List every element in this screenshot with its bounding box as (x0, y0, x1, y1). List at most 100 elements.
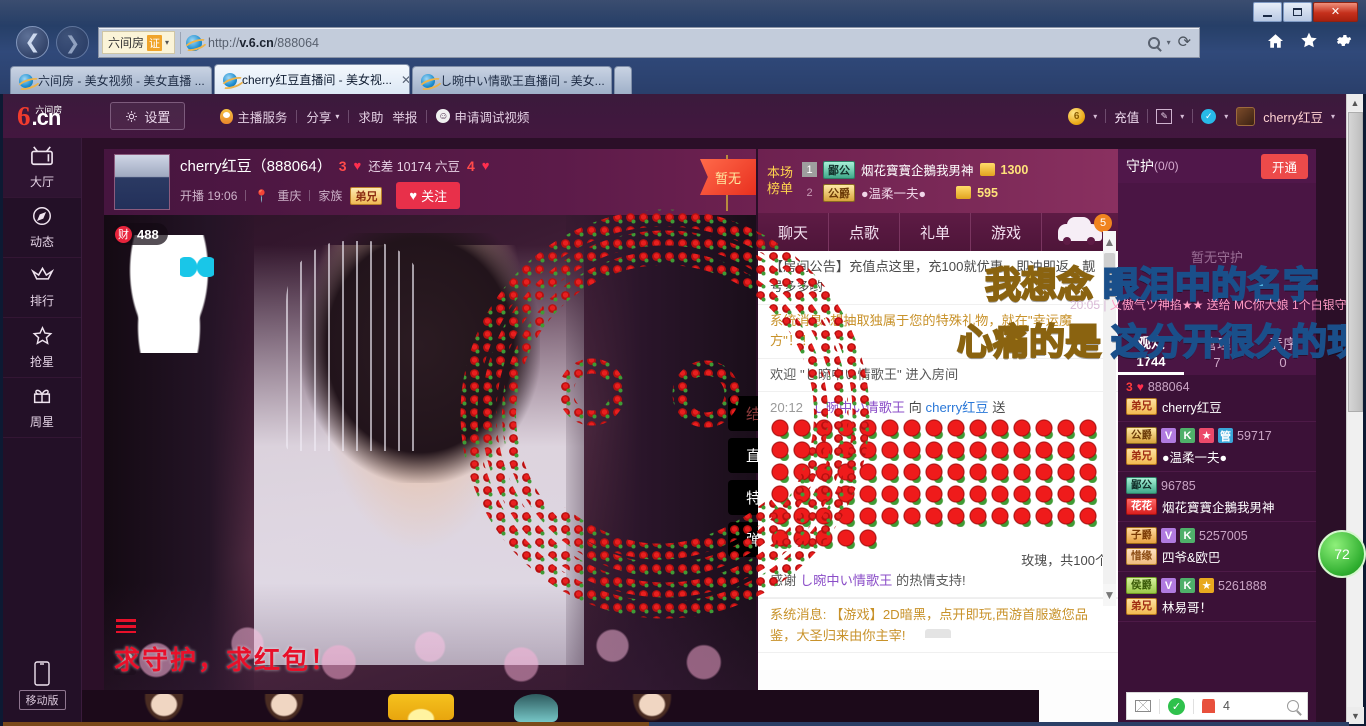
open-guard-button[interactable]: 开通 (1260, 153, 1308, 179)
chevron-down-icon[interactable]: ▾ (1224, 112, 1228, 121)
tab-strip: 六间房 - 美女视频 - 美女直播 ... cherry红豆直播间 - 美女视.… (0, 64, 1366, 94)
chevron-down-icon[interactable]: ▾ (165, 38, 169, 47)
magnifier-icon[interactable] (1287, 700, 1299, 712)
new-tab-button[interactable] (614, 66, 632, 94)
viewer-list[interactable]: 3 ♥ 888064 弟兄 cherry红豆 公爵 V K ★ 管 59717 … (1118, 375, 1316, 686)
rose-icon (1012, 484, 1032, 505)
chat-messages[interactable]: 【房间公告】充值点这里，充100就优惠，即冲即返，靓号多多哟 系统消息: 想抽取… (758, 251, 1118, 670)
viewer-row[interactable]: 子爵 V K 5257005 惜缘 四爷&欧巴 (1118, 522, 1316, 572)
favorites-star-icon[interactable] (1299, 31, 1319, 50)
chevron-down-icon[interactable]: ▾ (1093, 112, 1097, 121)
viewer-row[interactable]: 侯爵 V K ★ 5261888 弟兄 林易哥！ (1118, 572, 1316, 622)
viewer-row[interactable]: 公爵 V K ★ 管 59717 弟兄 ●温柔一夫● (1118, 422, 1316, 472)
sidebar-item-hall[interactable]: 大厅 (3, 138, 81, 198)
scrollbar-thumb[interactable] (1348, 112, 1363, 412)
viewer-family-chip: 弟兄 (1126, 398, 1157, 415)
chat-collapse-handle[interactable] (925, 629, 951, 638)
browser-tab-2[interactable]: cherry红豆直播间 - 美女视... ✕ (214, 64, 410, 94)
rose-icon (770, 528, 790, 549)
wealth-badge[interactable]: 财 488 (112, 223, 168, 245)
link-report[interactable]: 举报 (392, 107, 426, 126)
viewer-row[interactable]: 鄙公 96785 花花 烟花寶寶企鵝我男神 (1118, 472, 1316, 522)
link-share[interactable]: 分享 ▾ (297, 107, 348, 126)
streamer-next-level: 4 (466, 157, 475, 174)
thumbnail-item[interactable] (630, 694, 674, 724)
pencil-icon[interactable]: ✎ (1156, 108, 1173, 124)
bottom-thumbnail-strip[interactable] (82, 690, 1039, 724)
ie-logo-icon (421, 73, 435, 88)
gift-receiver[interactable]: cherry红豆 (926, 400, 989, 415)
scroll-up-button[interactable]: ▲ (1103, 231, 1116, 253)
ranking-row[interactable]: 1 鄙公 烟花寶寶企鵝我男神 1300 (802, 160, 1112, 179)
family-chip[interactable]: 弟兄 (350, 186, 383, 205)
link-anchor-service[interactable]: 主播服务 (211, 107, 296, 126)
green-check-icon[interactable]: ✓ (1168, 697, 1185, 715)
forward-button[interactable]: ❯ (56, 26, 89, 59)
follow-button[interactable]: ♥ 关注 (396, 182, 461, 209)
close-tab-icon[interactable]: ✕ (401, 73, 409, 87)
scroll-down-arrow[interactable]: ▼ (1347, 707, 1364, 724)
chat-input-bar[interactable]: ✓ 4 (1126, 692, 1308, 720)
gift-name: 玫瑰 (1021, 552, 1048, 568)
thumbnail-item[interactable] (388, 694, 454, 720)
minimize-button[interactable] (1253, 2, 1282, 22)
scroll-up-arrow[interactable]: ▲ (1347, 94, 1363, 111)
viewer-medal: 鄙公 (1126, 477, 1157, 494)
viewer-row[interactable]: 3 ♥ 888064 弟兄 cherry红豆 (1118, 375, 1316, 422)
tab-song-request[interactable]: 点歌 (829, 213, 900, 251)
thumbnail-item[interactable] (514, 694, 558, 722)
sidebar-item-dynamic[interactable]: 动态 (3, 198, 81, 258)
browser-tab-3[interactable]: し晼中い情歌王直播间 - 美女... (412, 66, 612, 94)
chevron-down-icon[interactable]: ▾ (1180, 112, 1184, 121)
streamer-avatar[interactable] (114, 154, 170, 210)
maximize-button[interactable] (1283, 2, 1312, 22)
menu-lines-icon[interactable] (116, 619, 136, 633)
tab-gift-list[interactable]: 礼单 (900, 213, 971, 251)
recharge-link[interactable]: 充值 (1114, 107, 1139, 126)
viewer-medal: 公爵 (1126, 427, 1157, 444)
sidebar-item-star-grab[interactable]: 抢星 (3, 318, 81, 378)
verified-check-icon[interactable]: ✓ (1201, 108, 1217, 124)
settings-button[interactable]: 设置 (110, 102, 186, 130)
sidebar-mobile-link[interactable]: 移动版 (3, 661, 81, 710)
rose-icon (1012, 506, 1032, 527)
page-scrollbar[interactable]: ▲ ▼ (1346, 94, 1364, 724)
bow-icon (180, 257, 214, 277)
scroll-down-button[interactable]: ▼ (1103, 584, 1116, 606)
tab-viewers[interactable]: 观众 1744 (1118, 329, 1184, 375)
tab-managers[interactable]: 管理 7 (1184, 329, 1250, 375)
tab-games[interactable]: 游戏 (971, 213, 1042, 251)
chevron-down-icon[interactable]: ▾ (1331, 112, 1335, 121)
envelope-icon[interactable] (1135, 700, 1151, 712)
rose-icon (770, 484, 790, 505)
site-logo[interactable]: 6 .cn 六间房 (17, 102, 88, 129)
browser-tab-1[interactable]: 六间房 - 美女视频 - 美女直播 ... (10, 66, 212, 94)
marquee-text: 乂傲气ツ神掐★★ 送给 MC你大娘 1个白银守护 (1109, 298, 1349, 312)
tab-chat[interactable]: 聊天 (758, 213, 829, 251)
thumbnail-item[interactable] (262, 694, 306, 724)
link-debug-video[interactable]: ☺ 申请调试视频 (427, 107, 538, 126)
back-button[interactable]: ❮ (16, 26, 49, 59)
search-icon[interactable] (1147, 36, 1160, 49)
video-player[interactable]: 财 488 🎤 求守护，求红包！ (104, 215, 756, 693)
account-username[interactable]: cherry红豆 (1263, 107, 1323, 126)
refresh-icon[interactable]: ⟳ (1178, 34, 1191, 51)
thumbnail-item[interactable] (142, 694, 186, 724)
floating-action-bubble[interactable]: 72 (1318, 530, 1366, 578)
settings-gear-icon[interactable] (1333, 31, 1352, 50)
coin-icon[interactable]: 6 (1068, 107, 1086, 125)
sidebar-item-week-star[interactable]: 周星 (3, 378, 81, 438)
tab-mic-queue[interactable]: 麦序 0 (1250, 329, 1316, 375)
sidebar-item-rank[interactable]: 排行 (3, 258, 81, 318)
chevron-down-icon[interactable]: ▾ (1167, 38, 1171, 47)
compatibility-chip[interactable]: 六间房 证 ▾ (102, 31, 176, 54)
avatar[interactable] (1236, 106, 1256, 126)
close-button[interactable]: ✕ (1313, 2, 1358, 22)
gift-sender[interactable]: し晼中い情歌王 (813, 400, 905, 415)
sidebar-item-label: 大厅 (29, 175, 54, 189)
scrollbar-thumb[interactable] (1104, 253, 1115, 293)
home-icon[interactable] (1266, 32, 1285, 50)
ranking-row[interactable]: 2 公爵 ●温柔一夫● 595 (802, 183, 1112, 202)
address-bar[interactable]: 六间房 证 ▾ http://v.6.cn/888064 ▾ ⟳ (98, 27, 1200, 58)
link-help[interactable]: 求助 (349, 107, 392, 126)
